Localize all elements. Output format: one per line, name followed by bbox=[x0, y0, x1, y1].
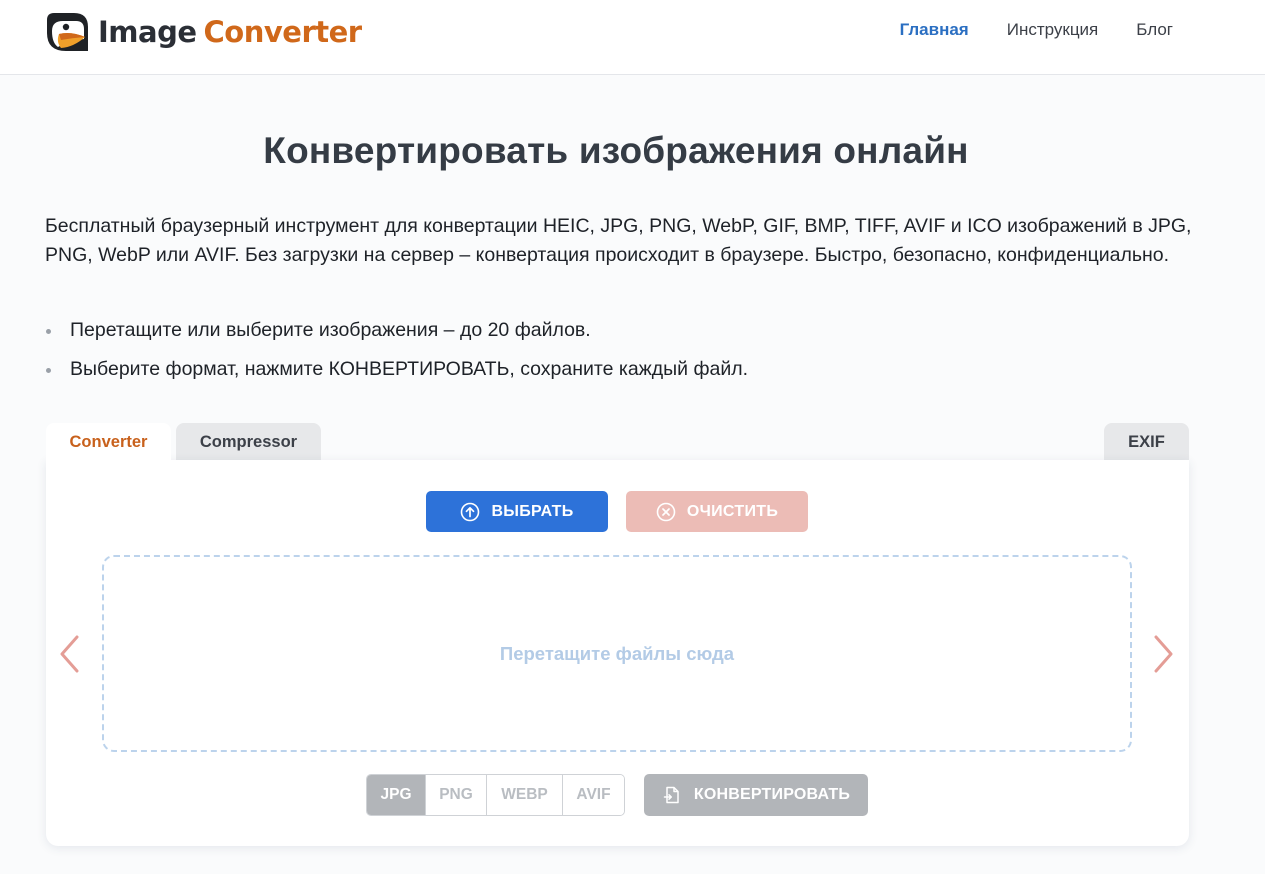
page-title: Конвертировать изображения онлайн bbox=[263, 130, 969, 171]
main-nav: Главная Инструкция Блог bbox=[900, 20, 1173, 40]
format-option-jpg[interactable]: JPG bbox=[367, 775, 426, 815]
format-option-avif[interactable]: AVIF bbox=[563, 775, 624, 815]
format-option-png[interactable]: PNG bbox=[426, 775, 487, 815]
nav-link-home[interactable]: Главная bbox=[900, 20, 969, 40]
convert-label: КОНВЕРТИРОВАТЬ bbox=[693, 786, 851, 803]
tab-converter[interactable]: Converter bbox=[46, 423, 171, 462]
page-description: Бесплатный браузерный инструмент для кон… bbox=[45, 215, 1192, 266]
file-dropzone[interactable]: Перетащите файлы сюда bbox=[102, 555, 1132, 752]
site-header: Image Converter Главная Инструкция Блог bbox=[0, 0, 1265, 75]
nav-link-instructions[interactable]: Инструкция bbox=[1007, 20, 1099, 40]
instruction-item: Выберите формат, нажмите КОНВЕРТИРОВАТЬ,… bbox=[45, 355, 1205, 384]
upload-arrow-circle-icon bbox=[461, 502, 480, 521]
tab-compressor[interactable]: Compressor bbox=[176, 423, 321, 462]
logo-word-converter: Converter bbox=[203, 15, 363, 49]
logo-word-image: Image bbox=[98, 15, 197, 49]
dropzone-text: Перетащите файлы сюда bbox=[499, 642, 735, 664]
chevron-left-icon[interactable] bbox=[58, 634, 80, 674]
convert-button[interactable]: КОНВЕРТИРОВАТЬ bbox=[644, 774, 868, 816]
select-files-button[interactable]: ВЫБРАТЬ bbox=[426, 491, 608, 532]
toucan-logo-icon bbox=[47, 13, 88, 51]
select-files-label: ВЫБРАТЬ bbox=[491, 502, 574, 520]
format-selector: JPG PNG WEBP AVIF bbox=[366, 774, 625, 816]
format-option-webp[interactable]: WEBP bbox=[487, 775, 563, 815]
clear-button[interactable]: ОЧИСТИТЬ bbox=[626, 491, 808, 532]
chevron-right-icon[interactable] bbox=[1153, 634, 1175, 674]
file-convert-icon bbox=[663, 786, 679, 804]
nav-link-blog[interactable]: Блог bbox=[1136, 20, 1173, 40]
logo[interactable]: Image Converter bbox=[44, 8, 362, 56]
tab-exif[interactable]: EXIF bbox=[1104, 423, 1189, 462]
instructions-list: Перетащите или выберите изображения – до… bbox=[45, 316, 1205, 394]
close-circle-icon bbox=[656, 502, 676, 521]
clear-label: ОЧИСТИТЬ bbox=[686, 502, 779, 520]
instruction-item: Перетащите или выберите изображения – до… bbox=[45, 316, 1205, 345]
converter-panel: ВЫБРАТЬ ОЧИСТИТЬ Перетащите файлы сюда J… bbox=[46, 460, 1189, 846]
